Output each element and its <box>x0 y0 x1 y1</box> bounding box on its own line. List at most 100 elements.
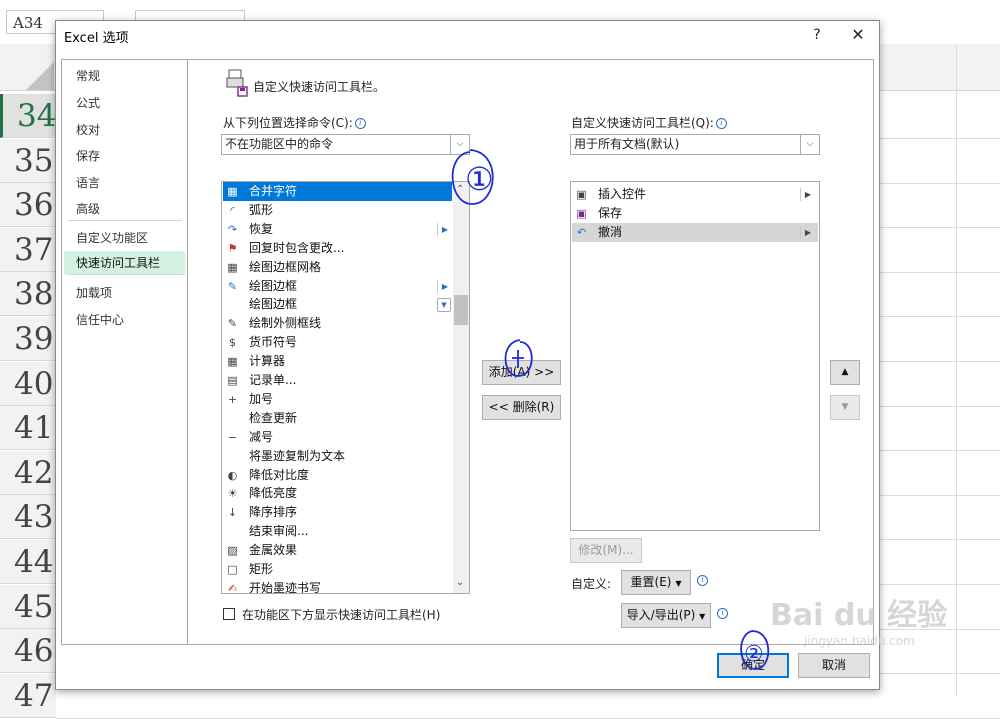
qat-item-label: 保存 <box>598 205 623 220</box>
command-label: 绘图边框 <box>249 297 298 312</box>
customize-qat-label: 自定义快速访问工具栏(Q): i <box>571 114 727 131</box>
command-item[interactable]: □ 矩形 <box>223 560 452 579</box>
customize-qat-combo[interactable]: 用于所有文档(默认) ⌵ <box>570 134 820 155</box>
remove-button[interactable]: << 删除(R) <box>482 395 561 420</box>
show-below-ribbon-label: 在功能区下方显示快速访问工具栏(H) <box>242 608 441 622</box>
command-item[interactable]: 结束审阅... <box>223 522 452 541</box>
nav-item[interactable]: 语言 <box>64 171 185 195</box>
command-label: 检查更新 <box>249 410 298 425</box>
nav-item[interactable]: 常规 <box>64 64 185 88</box>
decrease-brightness-icon: ☀ <box>227 487 238 501</box>
nav-separator <box>68 274 182 275</box>
insert-control-icon: ▣ <box>576 188 587 201</box>
command-item[interactable]: ◐ 降低对比度 <box>223 466 452 485</box>
help-button[interactable]: ? <box>806 23 828 47</box>
row-header[interactable]: 39 <box>0 317 56 361</box>
options-nav: 常规公式校对 保存语言 高级自定义功能区 快速访问工具栏 加载项信任中心 <box>62 60 188 644</box>
scroll-thumb[interactable] <box>454 295 468 325</box>
command-label: 将墨迹复制为文本 <box>249 448 346 463</box>
scroll-up-icon[interactable]: ⌃ <box>456 184 464 195</box>
save-icon: ▣ <box>576 206 587 220</box>
nav-item[interactable]: 保存 <box>64 144 185 168</box>
choose-commands-value: 不在功能区中的命令 <box>225 137 334 151</box>
move-up-button[interactable]: ▲ <box>830 360 860 385</box>
command-label: 结束审阅... <box>249 524 309 539</box>
command-item[interactable]: ▦ 合并字符 <box>223 182 452 201</box>
submenu-arrow-icon: ▶ <box>437 279 448 293</box>
scroll-down-icon[interactable]: ⌄ <box>456 577 464 588</box>
chevron-down-icon[interactable]: ⌵ <box>450 135 469 154</box>
row-header[interactable]: 42 <box>0 450 56 495</box>
command-item[interactable]: 绘图边框 ▼ <box>223 295 452 314</box>
command-item[interactable]: ▦ 绘图边框网格 <box>223 258 452 277</box>
command-label: 金属效果 <box>249 543 298 558</box>
redo-icon: ↷ <box>227 222 238 236</box>
info-icon: i <box>354 118 366 129</box>
command-item[interactable]: − 减号 <box>223 428 452 447</box>
command-item[interactable]: ▤ 记录单... <box>223 371 452 390</box>
command-item[interactable]: ↷ 恢复 ▶ <box>223 220 452 239</box>
move-down-button[interactable]: ▼ <box>830 395 860 420</box>
command-item[interactable]: ▦ 计算器 <box>223 352 452 371</box>
nav-item[interactable]: 信任中心 <box>64 308 185 332</box>
row-header[interactable]: 37 <box>0 227 56 272</box>
row-header[interactable]: 45 <box>0 584 56 629</box>
chevron-down-icon[interactable]: ⌵ <box>800 135 819 154</box>
command-item[interactable]: ✎ 绘制外侧框线 <box>223 314 452 333</box>
qat-item[interactable]: ↶ 撤消 ▶ <box>572 222 818 242</box>
row-header[interactable]: 44 <box>0 540 56 584</box>
merge-chars-icon: ▦ <box>227 185 238 198</box>
minus-sign-icon: − <box>227 430 238 444</box>
modify-button[interactable]: 修改(M)... <box>570 538 642 563</box>
nav-item[interactable]: 自定义功能区 <box>64 226 185 250</box>
submenu-arrow-icon: ▶ <box>437 222 448 236</box>
info-icon: i <box>697 575 708 586</box>
nav-item[interactable]: 高级 <box>64 197 185 221</box>
command-item[interactable]: ↓ 降序排序 <box>223 503 452 522</box>
command-item[interactable]: ✎ 绘图边框 ▶ <box>223 277 452 296</box>
row-header[interactable]: 43 <box>0 495 56 540</box>
customize-qat-value: 用于所有文档(默认) <box>574 137 680 151</box>
watermark-text: Bai du 经验 <box>770 598 948 633</box>
row-header[interactable]: 36 <box>0 183 56 228</box>
command-item[interactable]: ✍ 开始墨迹书写 <box>223 579 452 593</box>
command-label: 降序排序 <box>249 505 298 520</box>
row-header[interactable]: 47 <box>0 673 56 718</box>
command-item[interactable]: 将墨迹复制为文本 <box>223 447 452 466</box>
row-header[interactable]: 41 <box>0 406 56 451</box>
commands-scrollbar[interactable]: ⌃ ⌄ <box>453 182 469 593</box>
command-label: 记录单... <box>249 373 297 387</box>
row-header[interactable]: 34 <box>0 94 56 138</box>
command-item[interactable]: 检查更新 <box>223 409 452 428</box>
qat-item[interactable]: ▣ 保存 <box>572 204 818 223</box>
row-header[interactable]: 38 <box>0 272 56 317</box>
command-item[interactable]: $ 货币符号 <box>223 333 452 352</box>
show-below-ribbon-checkbox[interactable] <box>223 608 235 620</box>
nav-item[interactable]: 快速访问工具栏 <box>64 251 185 275</box>
import-export-button[interactable]: 导入/导出(P) ▼ <box>621 603 711 628</box>
command-item[interactable]: + 加号 <box>223 390 452 409</box>
add-button[interactable]: 添加(A) >> <box>482 360 561 385</box>
qat-items-list[interactable]: ▣ 插入控件 ▶ ▣ 保存 ↶ 撤消 ▶ <box>570 181 820 531</box>
nav-item[interactable]: 公式 <box>64 91 185 115</box>
command-label: 降低亮度 <box>249 486 298 501</box>
commands-list[interactable]: ▦ 合并字符 ◜ 弧形 ↷ 恢复 ▶ ⚑ 回复时包含更改... ▦ 绘图边框网格 ✎ 绘图边框 ▶ 绘图边框… <box>221 181 470 594</box>
command-item[interactable]: ☀ 降低亮度 <box>223 484 452 503</box>
close-button[interactable]: ✕ <box>845 23 871 47</box>
choose-commands-combo[interactable]: 不在功能区中的命令 ⌵ <box>221 134 470 155</box>
dropdown-arrow-icon: ▼ <box>437 298 451 313</box>
reset-button[interactable]: 重置(E) ▼ <box>621 570 691 595</box>
qat-item[interactable]: ▣ 插入控件 ▶ <box>572 185 818 204</box>
select-all-corner[interactable] <box>26 62 54 90</box>
row-header[interactable]: 46 <box>0 629 56 674</box>
row-header[interactable]: 40 <box>0 361 56 406</box>
qat-content: 自定义快速访问工具栏。 从下列位置选择命令(C): i 不在功能区中的命令 ⌵ ▦… <box>189 60 873 644</box>
command-label: 货币符号 <box>249 335 298 350</box>
row-header[interactable]: 35 <box>0 138 56 183</box>
command-item[interactable]: ◜ 弧形 <box>223 201 452 220</box>
qat-item-label: 插入控件 <box>598 187 647 201</box>
command-item[interactable]: ⚑ 回复时包含更改... <box>223 239 452 258</box>
command-item[interactable]: ▨ 金属效果 <box>223 541 452 560</box>
nav-item[interactable]: 校对 <box>64 118 185 142</box>
nav-item[interactable]: 加载项 <box>64 281 185 305</box>
